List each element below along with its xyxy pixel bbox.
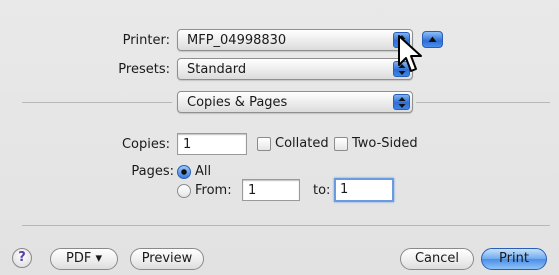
preview-button[interactable]: Preview — [130, 248, 204, 270]
separator-right — [416, 102, 550, 103]
printer-popup[interactable]: MFP_04998830 — [177, 29, 413, 51]
collated-label: Collated — [275, 136, 329, 151]
presets-value: Standard — [187, 62, 247, 77]
from-pages-radio[interactable] — [177, 184, 191, 198]
two-sided-label: Two-Sided — [352, 136, 418, 151]
up-down-arrows-icon — [393, 94, 410, 110]
printer-value: MFP_04998830 — [187, 33, 287, 48]
disclosure-button[interactable] — [422, 31, 443, 48]
presets-popup[interactable]: Standard — [177, 58, 413, 80]
presets-label: Presets: — [118, 62, 170, 77]
copies-label: Copies: — [121, 137, 170, 152]
collated-checkbox[interactable] — [257, 137, 271, 151]
pdf-button[interactable]: PDF ▾ — [50, 248, 118, 270]
mouse-pointer-icon — [398, 35, 422, 72]
print-button[interactable]: Print — [481, 248, 547, 270]
footer-separator — [22, 225, 550, 226]
printer-label: Printer: — [122, 33, 170, 48]
disclosure-triangle-icon — [428, 36, 437, 42]
to-label: to: — [313, 183, 331, 198]
separator-left — [22, 102, 172, 103]
all-pages-label: All — [195, 164, 212, 179]
print-dialog: Printer: MFP_04998830 Presets: Standard … — [0, 0, 559, 275]
to-field[interactable]: 1 — [334, 178, 394, 202]
two-sided-checkbox[interactable] — [334, 137, 348, 151]
all-pages-radio[interactable] — [177, 165, 191, 179]
section-popup[interactable]: Copies & Pages — [177, 91, 413, 113]
from-field[interactable]: 1 — [242, 179, 300, 201]
copies-field[interactable]: 1 — [177, 133, 247, 155]
from-label: From: — [195, 183, 232, 198]
cancel-button[interactable]: Cancel — [400, 248, 474, 270]
help-button[interactable]: ? — [12, 248, 32, 268]
pages-label: Pages: — [131, 164, 174, 179]
section-value: Copies & Pages — [187, 95, 288, 110]
